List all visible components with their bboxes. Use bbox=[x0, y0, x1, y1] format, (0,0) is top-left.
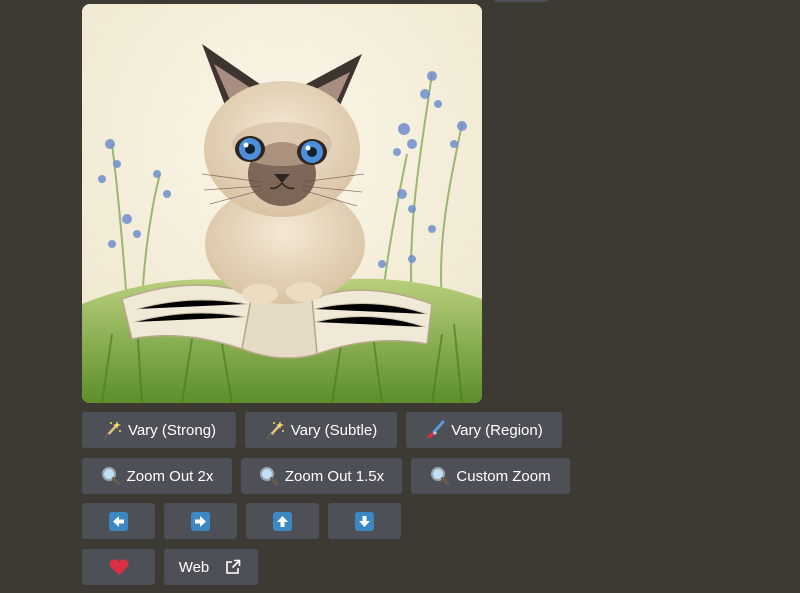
custom-zoom-button[interactable]: Custom Zoom bbox=[411, 458, 570, 494]
zoom-out-2x-label: Zoom Out 2x bbox=[126, 467, 214, 485]
pan-left-button[interactable] bbox=[82, 503, 155, 539]
arrow-right-icon bbox=[191, 511, 210, 531]
paintbrush-icon bbox=[425, 420, 445, 440]
custom-zoom-label: Custom Zoom bbox=[456, 467, 551, 485]
arrow-left-icon bbox=[109, 511, 128, 531]
vary-region-button[interactable]: Vary (Region) bbox=[406, 412, 562, 448]
arrow-up-icon bbox=[273, 511, 292, 531]
favorite-button[interactable] bbox=[82, 549, 155, 585]
kitten-illustration bbox=[82, 4, 482, 403]
web-label: Web bbox=[178, 558, 210, 576]
vary-subtle-button[interactable]: Vary (Subtle) bbox=[245, 412, 397, 448]
pan-right-button[interactable] bbox=[164, 503, 237, 539]
web-link-button[interactable]: Web bbox=[164, 549, 258, 585]
zoom-out-2x-button[interactable]: Zoom Out 2x bbox=[82, 458, 232, 494]
magnifier-icon bbox=[259, 466, 279, 486]
vary-strong-button[interactable]: Vary (Strong) bbox=[82, 412, 236, 448]
magic-wand-icon bbox=[102, 420, 122, 440]
magnifier-icon bbox=[430, 466, 450, 486]
arrow-down-icon bbox=[355, 511, 374, 531]
vary-region-label: Vary (Region) bbox=[451, 421, 543, 439]
previous-button-edge bbox=[494, 0, 548, 2]
generated-image[interactable] bbox=[82, 4, 482, 403]
magic-wand-icon bbox=[265, 420, 285, 440]
heart-icon bbox=[109, 557, 129, 577]
pan-up-button[interactable] bbox=[246, 503, 319, 539]
zoom-out-1-5x-label: Zoom Out 1.5x bbox=[284, 467, 385, 485]
pan-down-button[interactable] bbox=[328, 503, 401, 539]
magnifier-icon bbox=[101, 466, 121, 486]
external-link-icon bbox=[223, 557, 243, 577]
vary-strong-label: Vary (Strong) bbox=[127, 421, 217, 439]
zoom-out-1-5x-button[interactable]: Zoom Out 1.5x bbox=[241, 458, 402, 494]
vary-subtle-label: Vary (Subtle) bbox=[290, 421, 378, 439]
